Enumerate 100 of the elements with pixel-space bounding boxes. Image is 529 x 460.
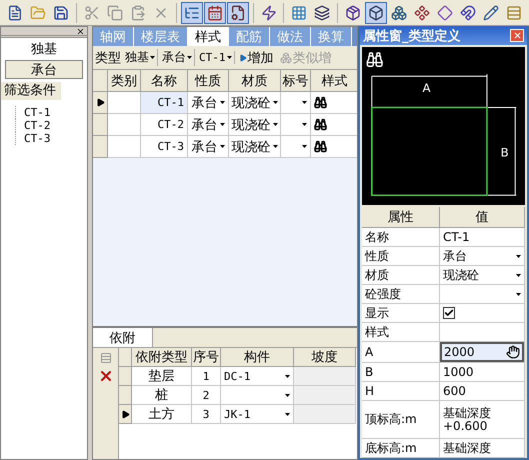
property-select[interactable]: 现浇砼 [440,266,525,285]
table-cell[interactable]: JK-1 [221,405,294,424]
caret-icon [220,123,224,126]
property-name: B [362,363,440,382]
table-cell: 3 [192,405,221,424]
layers-icon [314,4,330,20]
save-icon [52,4,69,20]
property-value: CT-1 [440,228,525,247]
dropdown-cell[interactable] [281,136,311,158]
tree-item[interactable]: CT-1 [15,106,87,119]
add-icon [238,54,246,62]
header-cell: 坡度 [294,348,356,367]
header-cell: 标号 [281,70,311,92]
property-name: 顶标高:m [362,401,440,439]
block-icon [368,4,384,20]
caret-icon [302,145,307,148]
table-cell: CT-2 [141,114,188,136]
table-cell[interactable]: 现浇砼 [229,114,281,136]
close-button[interactable] [510,29,524,42]
table-cell[interactable]: 现浇砼 [229,92,281,114]
table-cell[interactable] [221,386,294,405]
caret-icon [516,292,521,296]
dimension-label: A [422,80,431,95]
tab[interactable]: 依附 [93,328,153,347]
binoculars-icon[interactable] [314,140,327,153]
paste-icon [130,4,146,20]
table-cell: 1 [192,367,221,386]
type-select[interactable]: 承台 [160,49,195,66]
table-cell[interactable]: 承台 [188,136,229,158]
caret-icon [272,145,278,148]
header-cell: 值 [440,207,525,228]
caret-icon [226,56,232,59]
input-field[interactable]: 2000 [440,342,524,362]
toolbar-button[interactable] [180,2,203,24]
dropdown-cell[interactable] [281,92,311,114]
property-name: 材质 [362,266,440,285]
toolbar-button[interactable] [204,2,226,24]
header-cell: 性质 [188,70,229,92]
table-icon [206,4,223,20]
row-indicator[interactable] [119,405,132,424]
binoculars-icon[interactable] [314,96,327,109]
property-value: 1000 [440,363,525,382]
properties-icon [230,4,246,20]
table-cell: 土方 [132,405,192,424]
cubes-icon [391,4,408,20]
hand-cursor-icon [506,345,520,359]
table-cell: 2 [192,386,221,405]
window-title: 属性窗_类型定义 [363,28,460,44]
table-cell: CT-3 [141,136,188,158]
cubes-icon [280,52,292,64]
current-row-icon [96,98,104,107]
tree-item[interactable]: CT-3 [15,132,87,145]
table-cell [108,92,141,114]
table-cell: 垫层 [132,367,192,386]
header-cell: 名称 [141,70,188,92]
caret-icon [302,101,307,104]
property-name: 名称 [362,228,440,247]
caret-icon [272,123,278,126]
property-select[interactable]: 承台 [440,247,525,266]
add-button[interactable]: 增加 [236,48,276,66]
type-select[interactable]: CT-1 [197,51,234,64]
strip-icon [506,4,522,20]
type-select[interactable]: 独基 [123,49,158,66]
type-label: 类型 [95,50,121,66]
binoculars-icon[interactable] [314,118,327,131]
caret-icon [150,56,155,59]
lightning-icon [260,4,276,20]
dropdown-cell[interactable] [281,114,311,136]
table-cell[interactable]: 承台 [188,114,229,136]
category-button[interactable]: 承台 [5,60,83,79]
table-cell[interactable]: DC-1 [221,367,294,386]
close-icon[interactable] [76,26,85,36]
property-value: 基础深度 +0.600 [440,401,525,439]
header-cell: 材质 [229,70,281,92]
category-button[interactable]: 独基 [5,39,83,58]
caret-icon [516,274,521,276]
caret-icon [285,412,290,416]
cut-icon [84,4,100,20]
slab-icon [437,4,454,20]
table-cell [108,114,141,136]
header-cell: 构件 [221,348,294,367]
caret-icon [220,101,224,104]
table-cell: CT-1 [141,92,188,114]
header-cell: 依附类型 [132,348,192,367]
caret-icon [187,56,192,59]
checkbox[interactable] [443,307,455,319]
close-icon [512,31,522,40]
toolbar-button[interactable] [365,2,388,24]
tab[interactable]: 样式 [188,27,229,46]
property-name: 砼强度 [362,285,440,304]
toolbar-button[interactable] [226,2,249,24]
table-cell[interactable]: 承台 [188,92,229,114]
property-name: H [362,382,440,401]
row-indicator[interactable] [93,92,108,114]
open-folder-icon [30,4,46,20]
table-cell[interactable]: 现浇砼 [229,136,281,158]
dimension-label: B [500,145,509,160]
caret-icon [302,123,307,126]
tree-item[interactable]: CT-2 [15,119,87,132]
header-cell: 序号 [192,348,221,367]
